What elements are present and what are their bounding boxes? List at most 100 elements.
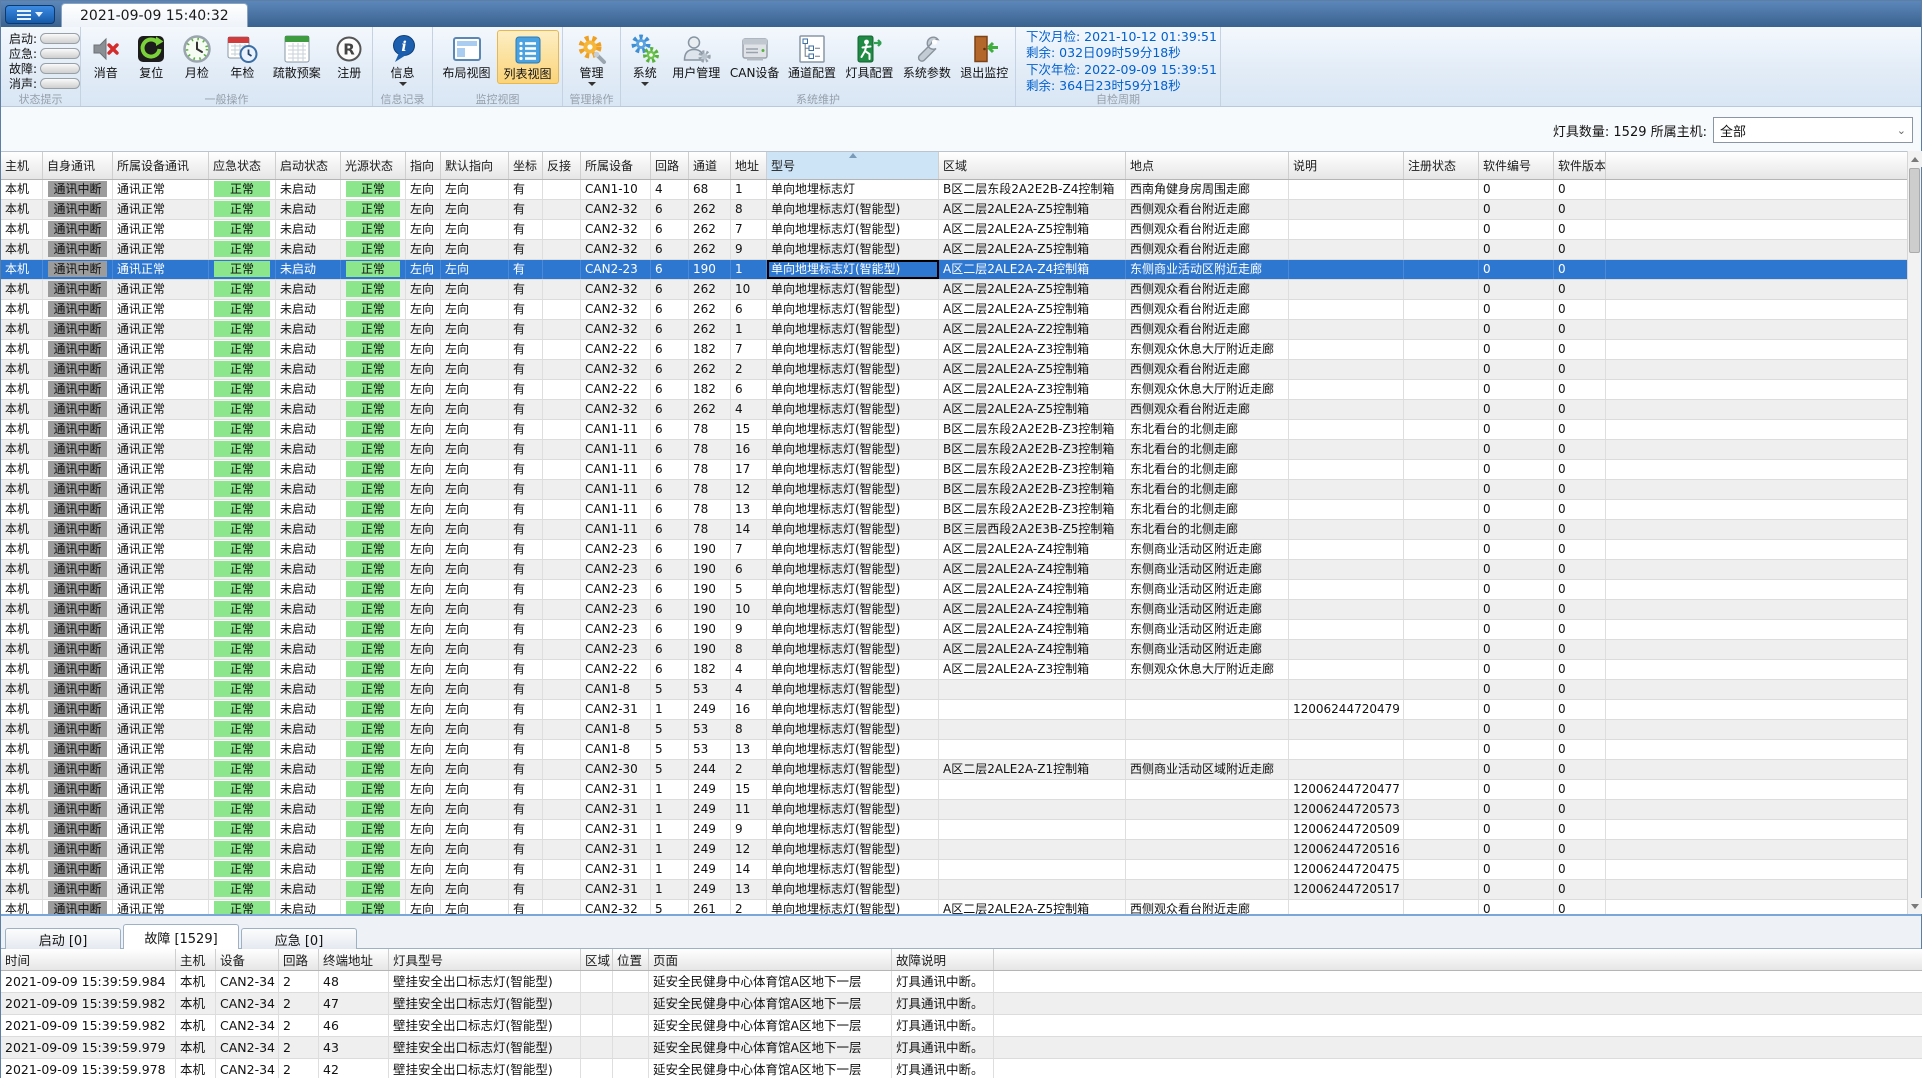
tab-emergency[interactable]: 应急 [0] [241,928,357,949]
scroll-up-button[interactable] [1908,151,1922,167]
table-row[interactable]: 本机 通讯中断 通讯正常 正常 未启动 正常 左向 左向有 CAN1-11 6 78 12 单向地埋标志… [1,480,1909,500]
fault-column-header-time[interactable]: 时间 [1,949,176,970]
mute-button[interactable]: 消音 [83,30,129,82]
table-row[interactable]: 本机 通讯中断 通讯正常 正常 未启动 正常 左向 左向有 CAN1-10 4 68 1 单向地埋标志灯… [1,180,1909,200]
fault-column-header-model[interactable]: 灯具型号 [389,949,581,970]
table-row[interactable]: 本机 通讯中断 通讯正常 正常 未启动 正常 左向 左向有 CAN2-32 6 262 9 单向地埋标志… [1,240,1909,260]
column-header-light_source[interactable]: 光源状态 [341,152,406,179]
column-header-channel[interactable]: 通道 [689,152,731,179]
table-row[interactable]: 本机 通讯中断 通讯正常 正常 未启动 正常 左向 左向有 CAN2-32 6 262 1 单向地埋标志… [1,320,1909,340]
column-header-software_no[interactable]: 软件编号 [1479,152,1554,179]
can-device-button[interactable]: CAN设备 [726,30,783,82]
table-row[interactable]: 本机 通讯中断 通讯正常 正常 未启动 正常 左向 左向有 CAN2-22 6 182 7 单向地埋标志… [1,340,1909,360]
table-row[interactable]: 本机 通讯中断 通讯正常 正常 未启动 正常 左向 左向有 CAN2-32 6 262 6 单向地埋标志… [1,300,1909,320]
table-row[interactable]: 本机 通讯中断 通讯正常 正常 未启动 正常 左向 左向有 CAN2-30 5 244 2 单向地埋标志… [1,760,1909,780]
fault-column-header-page[interactable]: 页面 [649,949,892,970]
host-filter-dropdown[interactable]: 全部 ⌄ [1713,117,1913,143]
list-view-button[interactable]: 列表视图 [496,30,559,84]
register-button[interactable]: R 注册 [328,30,370,82]
table-row[interactable]: 本机 通讯中断 通讯正常 正常 未启动 正常 左向 左向有 CAN2-32 6 262 10 单向地埋标… [1,280,1909,300]
fault-column-header-device[interactable]: 设备 [216,949,279,970]
fault-row[interactable]: 2021-09-09 15:39:59.984 本机 CAN2-34 2 48 壁挂安全出… [1,971,1922,993]
channel-config-button[interactable]: 通道配置 [783,30,840,82]
table-row[interactable]: 本机 通讯中断 通讯正常 正常 未启动 正常 左向 左向有 CAN2-23 6 190 7 单向地埋标志… [1,540,1909,560]
evacuation-plan-button[interactable]: 疏散预案 [265,30,328,82]
system-button[interactable]: 系统 [623,30,667,88]
table-row[interactable]: 本机 通讯中断 通讯正常 正常 未启动 正常 左向 左向有 CAN2-22 6 182 6 单向地埋标志… [1,380,1909,400]
annual-check-button[interactable]: 年检 [220,30,266,82]
fault-column-header-desc[interactable]: 故障说明 [892,949,994,970]
table-row[interactable]: 本机 通讯中断 通讯正常 正常 未启动 正常 左向 左向有 CAN1-11 6 78 14 单向地埋标志… [1,520,1909,540]
table-row[interactable]: 本机 通讯中断 通讯正常 正常 未启动 正常 左向 左向有 CAN2-32 6 262 2 单向地埋标志… [1,360,1909,380]
table-row[interactable]: 本机 通讯中断 通讯正常 正常 未启动 正常 左向 左向有 CAN1-8 5 53 8 单向地埋标志灯(… [1,720,1909,740]
app-menu-button[interactable] [5,5,55,24]
table-row[interactable]: 本机 通讯中断 通讯正常 正常 未启动 正常 左向 左向有 CAN1-11 6 78 13 单向地埋标志… [1,500,1909,520]
scroll-down-button[interactable] [1908,898,1922,914]
table-row[interactable]: 本机 通讯中断 通讯正常 正常 未启动 正常 左向 左向有 CAN2-31 1 249 14 单向地埋标… [1,860,1909,880]
datetime-tab[interactable]: 2021-09-09 15:40:32 [61,3,248,27]
column-header-note[interactable]: 说明 [1289,152,1404,179]
column-header-addr[interactable]: 地址 [731,152,767,179]
vertical-scrollbar[interactable] [1907,151,1922,914]
table-row[interactable]: 本机 通讯中断 通讯正常 正常 未启动 正常 左向 左向有 CAN2-31 1 249 11 单向地埋标… [1,800,1909,820]
column-header-register_state[interactable]: 注册状态 [1404,152,1479,179]
column-header-coord[interactable]: 坐标 [509,152,543,179]
column-header-startup[interactable]: 启动状态 [276,152,341,179]
table-row[interactable]: 本机 通讯中断 通讯正常 正常 未启动 正常 左向 左向有 CAN2-22 6 182 4 单向地埋标志… [1,660,1909,680]
manage-button[interactable]: 管理 [567,30,617,88]
column-header-self_comm[interactable]: 自身通讯 [43,152,113,179]
column-header-host[interactable]: 主机 [1,152,43,179]
fault-column-header-loop[interactable]: 回路 [279,949,319,970]
reset-button[interactable]: 复位 [129,30,175,82]
column-header-device[interactable]: 所属设备 [581,152,651,179]
fault-column-header-area[interactable]: 区域 [581,949,613,970]
column-header-direction[interactable]: 指向 [406,152,441,179]
system-params-button[interactable]: 系统参数 [898,30,955,82]
column-header-loop[interactable]: 回路 [651,152,689,179]
tab-fault[interactable]: 故障 [1529] [123,924,239,949]
fault-row[interactable]: 2021-09-09 15:39:59.982 本机 CAN2-34 2 46 壁挂安全出… [1,1015,1922,1037]
column-header-reverse[interactable]: 反接 [543,152,581,179]
fault-row[interactable]: 2021-09-09 15:39:59.982 本机 CAN2-34 2 47 壁挂安全出… [1,993,1922,1015]
table-row[interactable]: 本机 通讯中断 通讯正常 正常 未启动 正常 左向 左向有 CAN1-11 6 78 16 单向地埋标志… [1,440,1909,460]
table-row[interactable]: 本机 通讯中断 通讯正常 正常 未启动 正常 左向 左向有 CAN2-32 6 262 4 单向地埋标志… [1,400,1909,420]
user-management-button[interactable]: 用户管理 [667,30,726,82]
fault-column-header-addr[interactable]: 终端地址 [319,949,389,970]
table-row[interactable]: 本机 通讯中断 通讯正常 正常 未启动 正常 左向 左向有 CAN2-23 6 190 6 单向地埋标志… [1,560,1909,580]
table-row[interactable]: 本机 通讯中断 通讯正常 正常 未启动 正常 左向 左向有 CAN2-32 5 261 2 单向地埋标志… [1,900,1909,914]
lamp-config-button[interactable]: 灯具配置 [841,30,898,82]
table-row[interactable]: 本机 通讯中断 通讯正常 正常 未启动 正常 左向 左向有 CAN2-31 1 249 15 单向地埋标… [1,780,1909,800]
column-header-emergency[interactable]: 应急状态 [209,152,276,179]
fault-row[interactable]: 2021-09-09 15:39:59.978 本机 CAN2-34 2 42 壁挂安全出… [1,1059,1922,1078]
column-header-software_ver[interactable]: 软件版本 [1554,152,1606,179]
column-header-model[interactable]: 型号 [767,152,939,179]
column-header-area[interactable]: 区域 [939,152,1126,179]
table-row[interactable]: 本机 通讯中断 通讯正常 正常 未启动 正常 左向 左向有 CAN2-31 1 249 9 单向地埋标志… [1,820,1909,840]
fault-column-header-host[interactable]: 主机 [176,949,216,970]
table-row[interactable]: 本机 通讯中断 通讯正常 正常 未启动 正常 左向 左向有 CAN2-23 6 190 1 单向地埋标志… [1,260,1909,280]
table-row[interactable]: 本机 通讯中断 通讯正常 正常 未启动 正常 左向 左向有 CAN1-11 6 78 15 单向地埋标志… [1,420,1909,440]
table-row[interactable]: 本机 通讯中断 通讯正常 正常 未启动 正常 左向 左向有 CAN2-32 6 262 8 单向地埋标志… [1,200,1909,220]
table-row[interactable]: 本机 通讯中断 通讯正常 正常 未启动 正常 左向 左向有 CAN2-32 6 262 7 单向地埋标志… [1,220,1909,240]
exit-monitor-button[interactable]: 退出监控 [956,30,1013,82]
table-row[interactable]: 本机 通讯中断 通讯正常 正常 未启动 正常 左向 左向有 CAN1-8 5 53 4 单向地埋标志灯(… [1,680,1909,700]
tab-start[interactable]: 启动 [0] [5,928,121,949]
layout-view-button[interactable]: 布局视图 [437,30,497,82]
column-header-default_direction[interactable]: 默认指向 [441,152,509,179]
scrollbar-thumb[interactable] [1909,168,1920,253]
column-header-location[interactable]: 地点 [1126,152,1289,179]
table-row[interactable]: 本机 通讯中断 通讯正常 正常 未启动 正常 左向 左向有 CAN2-31 1 249 13 单向地埋标… [1,880,1909,900]
table-row[interactable]: 本机 通讯中断 通讯正常 正常 未启动 正常 左向 左向有 CAN2-23 6 190 9 单向地埋标志… [1,620,1909,640]
table-row[interactable]: 本机 通讯中断 通讯正常 正常 未启动 正常 左向 左向有 CAN2-23 6 190 10 单向地埋标… [1,600,1909,620]
fault-row[interactable]: 2021-09-09 15:39:59.979 本机 CAN2-34 2 43 壁挂安全出… [1,1037,1922,1059]
fault-column-header-pos[interactable]: 位置 [613,949,649,970]
table-row[interactable]: 本机 通讯中断 通讯正常 正常 未启动 正常 左向 左向有 CAN2-23 6 190 8 单向地埋标志… [1,640,1909,660]
column-header-device_comm[interactable]: 所属设备通讯 [113,152,209,179]
table-row[interactable]: 本机 通讯中断 通讯正常 正常 未启动 正常 左向 左向有 CAN1-11 6 78 17 单向地埋标志… [1,460,1909,480]
table-row[interactable]: 本机 通讯中断 通讯正常 正常 未启动 正常 左向 左向有 CAN1-8 5 53 13 单向地埋标志灯… [1,740,1909,760]
table-row[interactable]: 本机 通讯中断 通讯正常 正常 未启动 正常 左向 左向有 CAN2-31 1 249 16 单向地埋标… [1,700,1909,720]
table-row[interactable]: 本机 通讯中断 通讯正常 正常 未启动 正常 左向 左向有 CAN2-23 6 190 5 单向地埋标志… [1,580,1909,600]
monthly-check-button[interactable]: 月检 [174,30,220,82]
table-row[interactable]: 本机 通讯中断 通讯正常 正常 未启动 正常 左向 左向有 CAN2-31 1 249 12 单向地埋标… [1,840,1909,860]
info-button[interactable]: i 信息 [378,30,428,88]
